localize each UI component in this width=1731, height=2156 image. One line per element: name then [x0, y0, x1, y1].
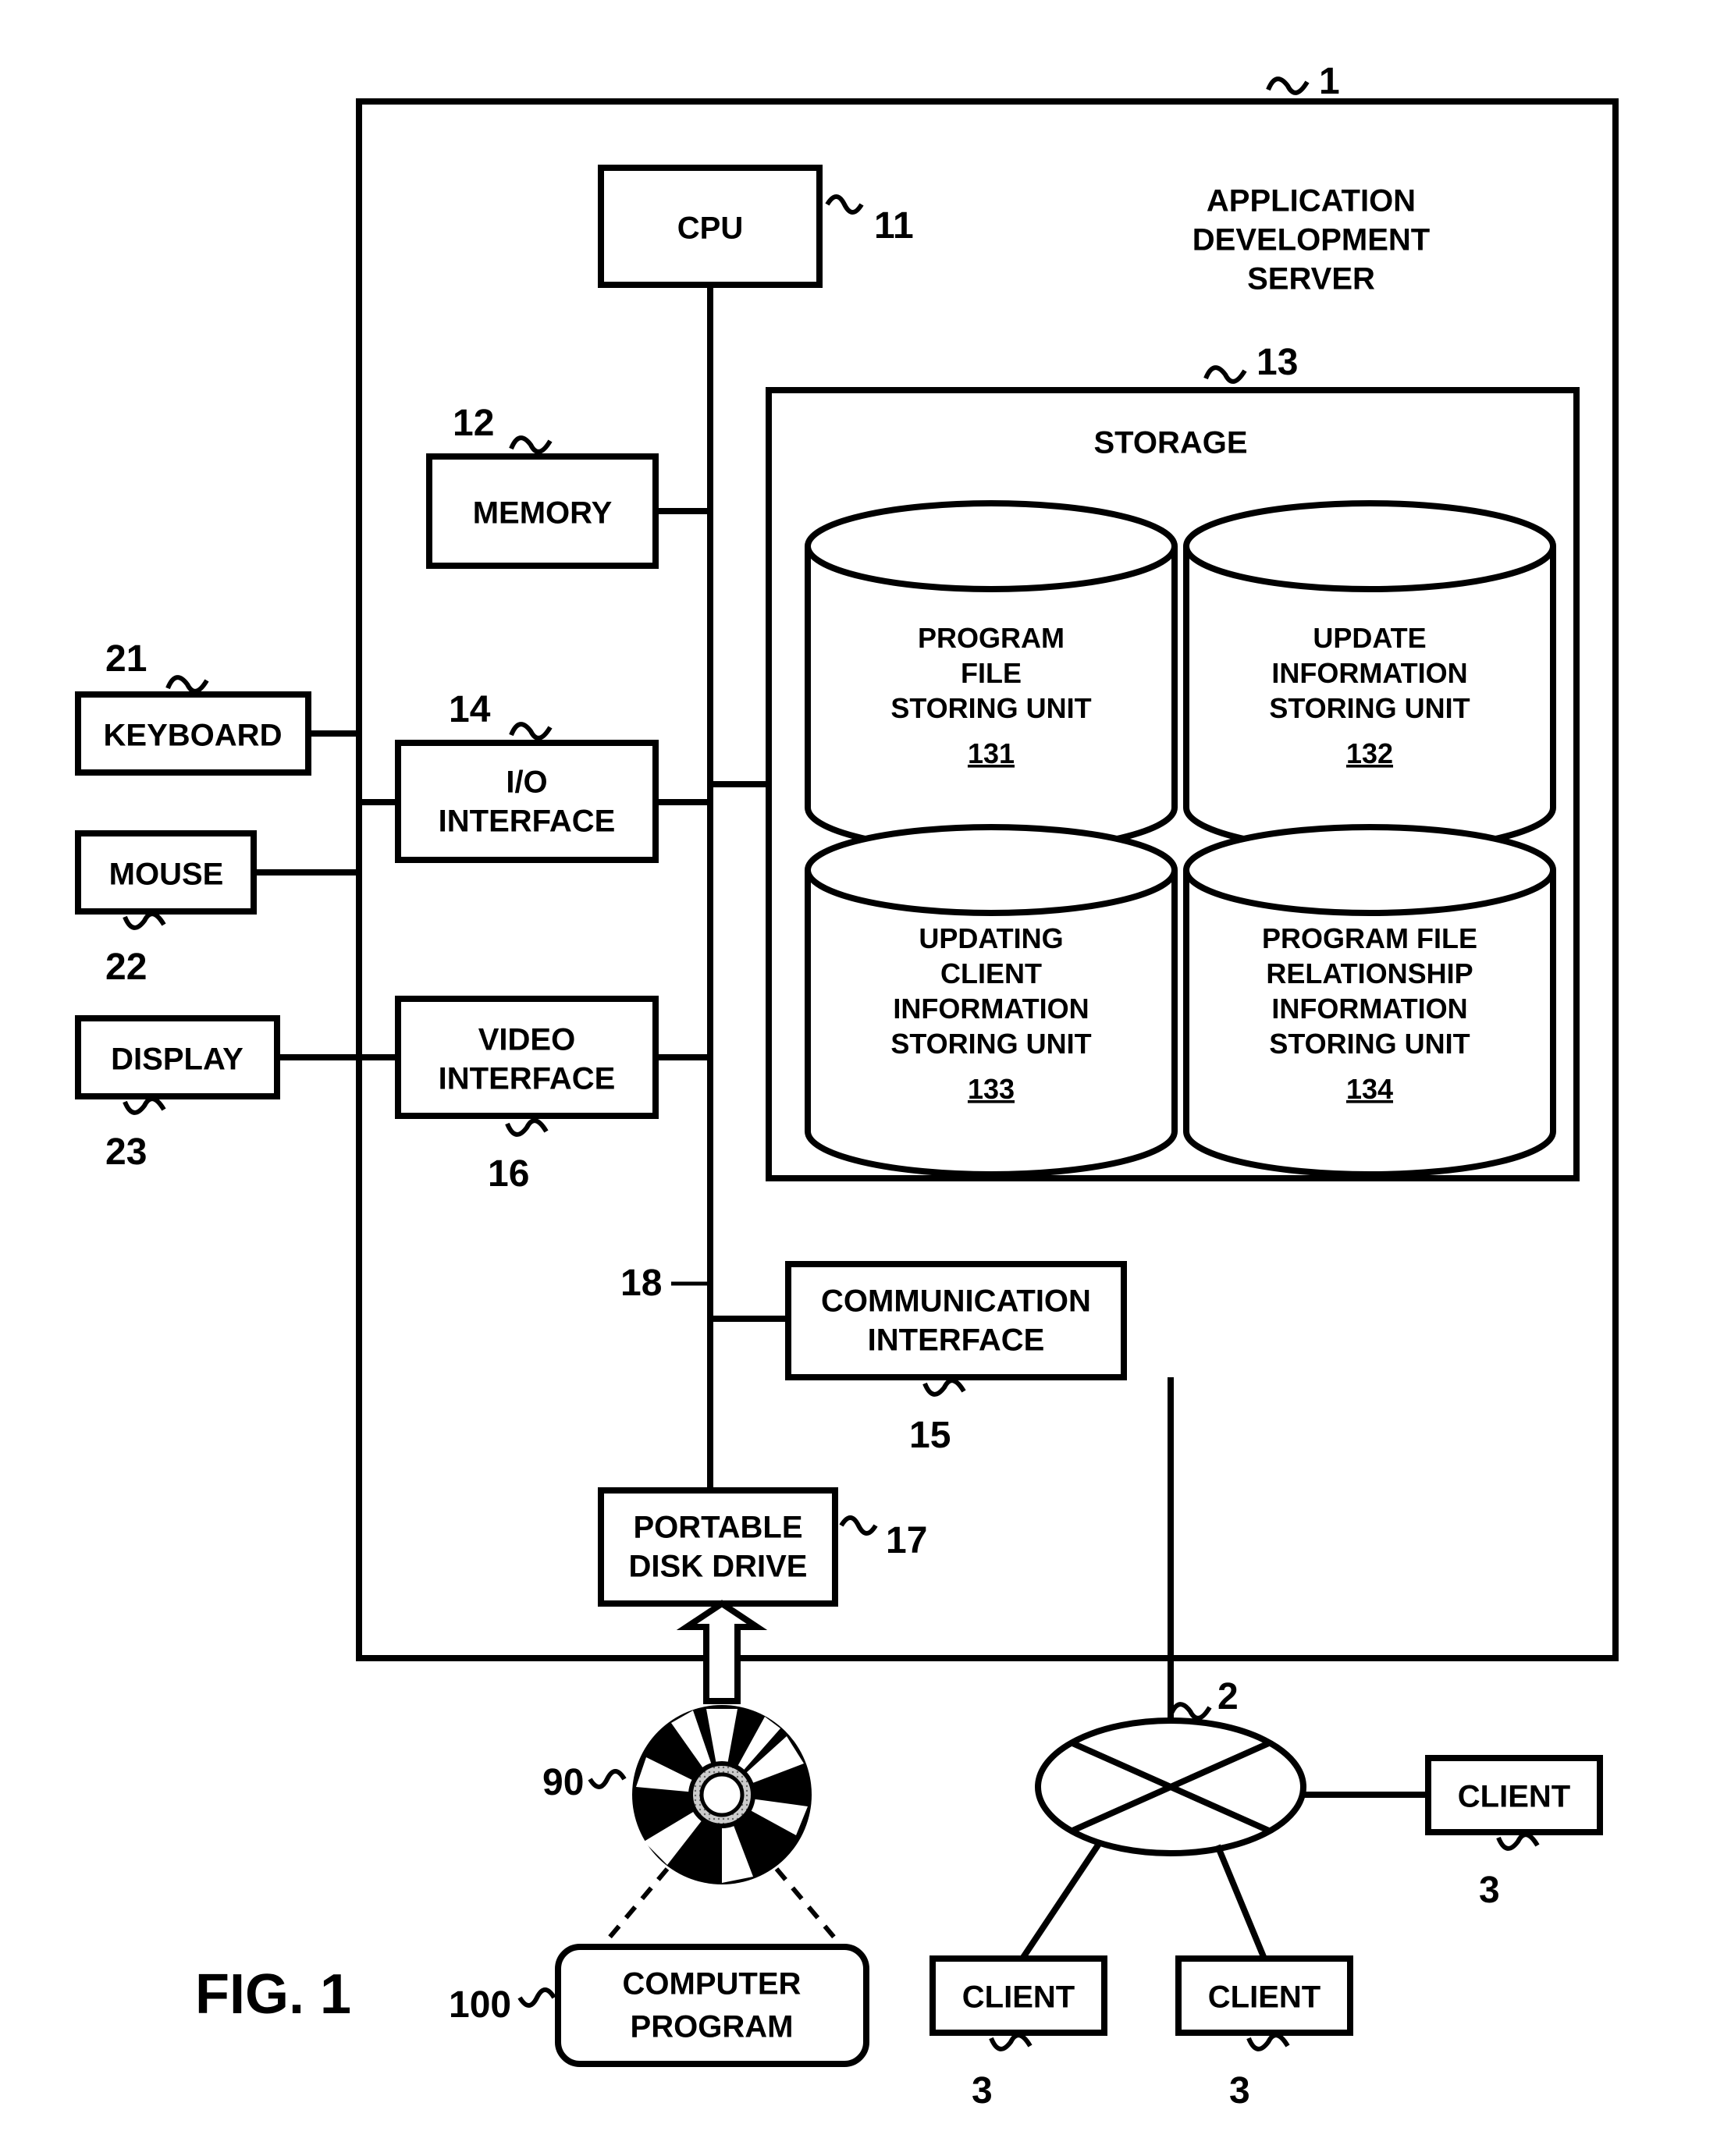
svg-text:STORING UNIT: STORING UNIT — [1269, 1028, 1470, 1060]
cpu-ref: 11 — [874, 205, 914, 247]
db-133-num: 133 — [968, 1073, 1015, 1105]
memory-ref: 12 — [453, 403, 494, 444]
svg-text:INFORMATION: INFORMATION — [1271, 657, 1467, 689]
svg-text:INFORMATION: INFORMATION — [1271, 993, 1467, 1025]
server-label-2: DEVELOPMENT — [1193, 223, 1430, 258]
storage-label: STORAGE — [1093, 426, 1247, 460]
svg-text:UPDATING: UPDATING — [919, 922, 1063, 954]
svg-text:CLIENT: CLIENT — [1208, 1980, 1320, 2015]
client-3: CLIENT 3 — [1302, 1758, 1600, 1911]
cd-ref: 90 — [542, 1762, 584, 1803]
mouse-block: MOUSE 22 — [78, 833, 359, 988]
network-ref: 2 — [1217, 1676, 1239, 1717]
db-133: UPDATING CLIENT INFORMATION STORING UNIT… — [808, 827, 1175, 1174]
mouse-ref: 22 — [105, 947, 147, 988]
portable-disk-drive-block: PORTABLE DISK DRIVE 17 — [601, 1490, 927, 1604]
client-2: CLIENT 3 — [1178, 1845, 1350, 2112]
io-label-2: INTERFACE — [439, 805, 616, 839]
network-node: 2 — [1038, 1377, 1303, 1853]
cpu-block: CPU 11 — [601, 168, 914, 285]
svg-text:MOUSE: MOUSE — [109, 858, 224, 892]
keyboard-ref: 21 — [105, 638, 147, 680]
computer-program-block: COMPUTER PROGRAM 100 — [449, 1947, 866, 2064]
io-interface-block: I/O INTERFACE 14 — [398, 689, 656, 860]
server-ref: 1 — [1319, 61, 1340, 102]
svg-text:COMPUTER: COMPUTER — [623, 1967, 802, 2001]
svg-text:STORING UNIT: STORING UNIT — [890, 1028, 1091, 1060]
memory-block: MEMORY 12 — [429, 403, 656, 566]
video-ref: 16 — [488, 1153, 529, 1195]
svg-text:PROGRAM FILE: PROGRAM FILE — [1262, 922, 1477, 954]
db-132-num: 132 — [1346, 737, 1393, 769]
client-1: CLIENT 3 — [933, 1842, 1104, 2112]
svg-text:DISPLAY: DISPLAY — [111, 1042, 243, 1077]
server-label-3: SERVER — [1247, 262, 1375, 297]
video-interface-block: VIDEO INTERFACE 16 — [398, 999, 656, 1195]
client3-ref: 3 — [1479, 1870, 1500, 1911]
program-ref: 100 — [449, 1984, 511, 2026]
svg-text:COMMUNICATION: COMMUNICATION — [821, 1284, 1091, 1319]
server-label-1: APPLICATION — [1207, 184, 1416, 218]
db-132: UPDATE INFORMATION STORING UNIT 132 — [1186, 503, 1553, 851]
svg-text:INTERFACE: INTERFACE — [868, 1323, 1045, 1358]
svg-text:DISK DRIVE: DISK DRIVE — [629, 1550, 808, 1584]
svg-text:PROGRAM: PROGRAM — [918, 622, 1065, 654]
figure-label: FIG. 1 — [195, 1963, 351, 2026]
bus-ref: 18 — [620, 1263, 662, 1304]
svg-text:UPDATE: UPDATE — [1313, 622, 1426, 654]
db-131-num: 131 — [968, 737, 1015, 769]
comm-ref: 15 — [909, 1415, 951, 1456]
video-label-1: VIDEO — [478, 1023, 575, 1057]
disk-ref: 17 — [886, 1520, 927, 1561]
db-131: PROGRAM FILE STORING UNIT 131 — [808, 503, 1175, 851]
cpu-label: CPU — [677, 211, 743, 246]
svg-text:CLIENT: CLIENT — [962, 1980, 1075, 2015]
svg-text:CLIENT: CLIENT — [1458, 1780, 1570, 1814]
svg-text:RELATIONSHIP: RELATIONSHIP — [1266, 957, 1473, 989]
db-134: PROGRAM FILE RELATIONSHIP INFORMATION ST… — [1186, 827, 1553, 1174]
cd-icon: 90 — [542, 1604, 839, 1943]
display-block: DISPLAY 23 — [78, 1018, 398, 1173]
svg-text:STORING UNIT: STORING UNIT — [890, 692, 1091, 724]
svg-text:PORTABLE: PORTABLE — [633, 1511, 802, 1545]
svg-text:KEYBOARD: KEYBOARD — [104, 719, 283, 753]
svg-text:FILE: FILE — [961, 657, 1022, 689]
comm-interface-block: COMMUNICATION INTERFACE 15 — [788, 1264, 1124, 1456]
svg-text:INFORMATION: INFORMATION — [893, 993, 1089, 1025]
io-label-1: I/O — [506, 765, 547, 800]
svg-text:STORING UNIT: STORING UNIT — [1269, 692, 1470, 724]
memory-label: MEMORY — [473, 496, 613, 531]
io-ref: 14 — [449, 689, 491, 730]
svg-text:PROGRAM: PROGRAM — [631, 2010, 794, 2044]
display-ref: 23 — [105, 1131, 147, 1173]
client2-ref: 3 — [1229, 2070, 1250, 2112]
video-label-2: INTERFACE — [439, 1062, 616, 1096]
svg-text:CLIENT: CLIENT — [940, 957, 1042, 989]
storage-ref: 13 — [1256, 342, 1298, 383]
db-134-num: 134 — [1346, 1073, 1393, 1105]
client1-ref: 3 — [972, 2070, 993, 2112]
